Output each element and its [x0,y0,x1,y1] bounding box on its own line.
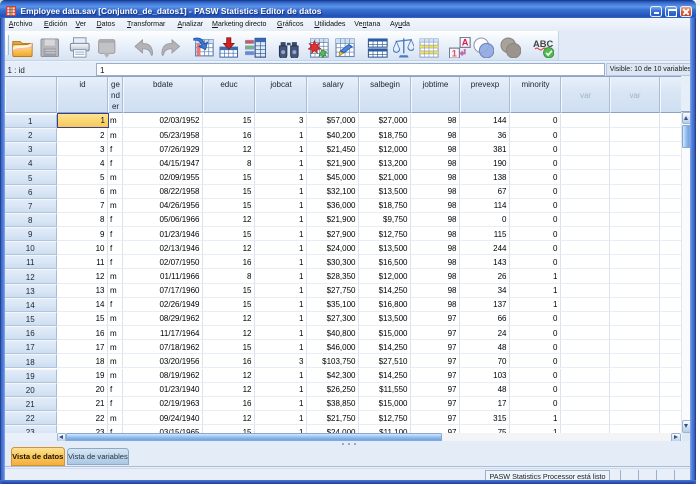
svg-text:A: A [462,37,469,47]
svg-text:1: 1 [452,48,457,58]
